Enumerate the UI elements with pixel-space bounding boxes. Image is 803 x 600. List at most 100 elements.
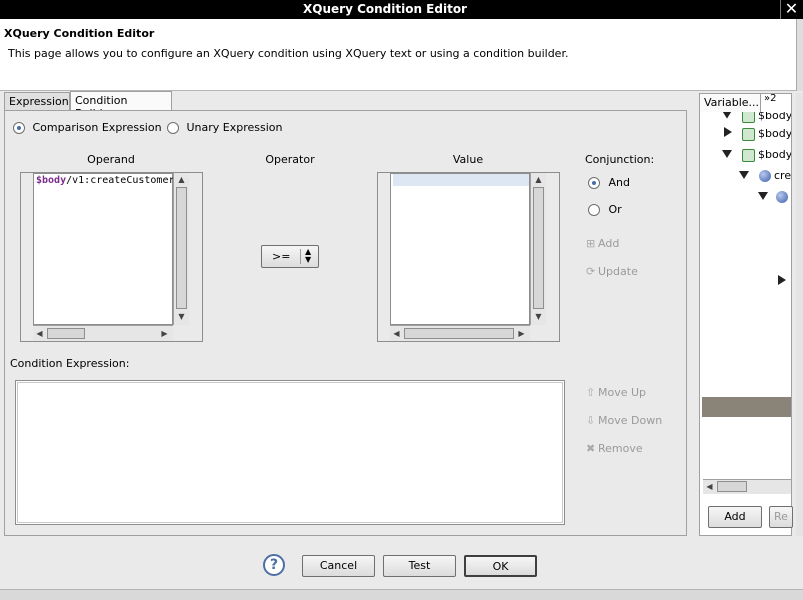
arrow-up-icon: ⇧: [586, 386, 596, 399]
tree-row-create[interactable]: cre: [739, 169, 791, 182]
collapse-icon[interactable]: [758, 192, 768, 200]
value-vscroll-thumb[interactable]: [533, 187, 544, 309]
move-up-label: Move Up: [598, 386, 647, 399]
variable-icon: [741, 148, 755, 162]
element-icon: [775, 191, 788, 203]
variable-icon: [741, 127, 755, 141]
comparison-radio-indicator[interactable]: [13, 122, 25, 134]
update-icon: ⟳: [586, 265, 596, 278]
cancel-button[interactable]: Cancel: [302, 555, 375, 577]
collapse-icon[interactable]: [739, 171, 749, 179]
comparison-expression-label: Comparison Expression: [32, 121, 162, 134]
unary-expression-label: Unary Expression: [186, 121, 283, 134]
operand-editor[interactable]: $body/v1:createCustomer: [33, 173, 174, 325]
remove-x-icon: ✖: [586, 442, 596, 455]
title-bar: XQuery Condition Editor ✕: [0, 0, 803, 19]
tab-condition-builder[interactable]: Condition Builder: [70, 91, 172, 120]
tree-label: $body: [758, 112, 791, 122]
move-down-button[interactable]: ⇩ Move Down: [586, 414, 662, 427]
close-icon[interactable]: ✕: [780, 0, 802, 19]
conjunction-label: Conjunction:: [585, 153, 655, 166]
tab-variables[interactable]: Variable...: [699, 93, 761, 112]
header-scroll-stub: [796, 19, 803, 91]
variables-hscroll-thumb[interactable]: [717, 481, 747, 492]
scroll-right-icon[interactable]: ▶: [159, 328, 170, 339]
unary-expression-radio[interactable]: Unary Expression: [167, 121, 283, 134]
tab-overflow[interactable]: »2: [764, 93, 776, 104]
variable-icon: [741, 112, 755, 123]
dialog-header: XQuery Condition Editor This page allows…: [0, 19, 803, 91]
operator-label: Operator: [265, 153, 315, 166]
tree-label: $body: [758, 127, 791, 140]
update-condition-label: Update: [598, 265, 638, 278]
operand-vscroll-thumb[interactable]: [176, 187, 187, 309]
operand-vscrollbar[interactable]: ▲ ▼: [173, 173, 189, 325]
value-vscrollbar[interactable]: ▲ ▼: [530, 173, 546, 325]
and-radio-indicator[interactable]: [588, 177, 600, 189]
and-label: And: [608, 176, 630, 189]
scroll-down-icon[interactable]: ▼: [176, 311, 187, 322]
tree-label: $body: [758, 148, 791, 161]
tree-expand-right[interactable]: [778, 275, 786, 288]
condition-expression-list[interactable]: [15, 380, 565, 525]
tree-label: cre: [774, 169, 791, 182]
window-title: XQuery Condition Editor: [303, 2, 467, 16]
panel-edge: [796, 93, 803, 536]
tree-row-body-3[interactable]: $body: [722, 148, 791, 162]
scroll-left-icon[interactable]: ◀: [34, 328, 45, 339]
expand-icon[interactable]: [778, 275, 786, 285]
variables-selection-bar[interactable]: [702, 397, 791, 417]
remove-variable-button[interactable]: Re: [769, 506, 793, 528]
or-radio-indicator[interactable]: [588, 204, 600, 216]
scroll-down-icon[interactable]: ▼: [533, 311, 544, 322]
add-icon: ⊞: [586, 237, 596, 250]
remove-label: Remove: [598, 442, 643, 455]
and-radio[interactable]: And: [588, 176, 630, 189]
variables-hscrollbar[interactable]: ◀: [703, 479, 791, 494]
tree-row-child[interactable]: [758, 190, 788, 203]
operand-hscroll-thumb[interactable]: [47, 328, 85, 339]
move-down-label: Move Down: [598, 414, 663, 427]
scroll-up-icon[interactable]: ▲: [533, 174, 544, 185]
unary-radio-indicator[interactable]: [167, 122, 179, 134]
comparison-expression-radio[interactable]: Comparison Expression: [13, 121, 162, 134]
scroll-right-icon[interactable]: ▶: [516, 328, 527, 339]
move-up-button[interactable]: ⇧ Move Up: [586, 386, 646, 399]
scroll-up-icon[interactable]: ▲: [176, 174, 187, 185]
tree-row-body-1[interactable]: $body: [722, 112, 791, 123]
value-hscroll-thumb[interactable]: [404, 328, 514, 339]
expand-icon[interactable]: [724, 127, 732, 137]
chevron-updown-icon: ▲ ▼: [305, 247, 312, 264]
value-hscrollbar[interactable]: ◀ ▶: [390, 325, 530, 341]
add-condition-label: Add: [598, 237, 620, 250]
help-icon[interactable]: ?: [263, 554, 285, 576]
collapse-icon[interactable]: [722, 150, 732, 158]
add-condition-button[interactable]: ⊞ Add: [586, 237, 619, 250]
page-title: XQuery Condition Editor: [4, 27, 155, 40]
value-label: Value: [452, 153, 484, 166]
value-selected-row[interactable]: [393, 174, 529, 186]
operator-value: >=: [272, 250, 291, 263]
page-description: This page allows you to configure an XQu…: [8, 47, 569, 60]
element-icon: [758, 170, 771, 182]
scroll-left-icon[interactable]: ◀: [704, 481, 715, 492]
update-condition-button[interactable]: ⟳ Update: [586, 265, 638, 278]
add-variable-button[interactable]: Add: [708, 506, 762, 528]
tree-row-body-2[interactable]: $body: [724, 127, 791, 141]
condition-expression-label: Condition Expression:: [10, 357, 130, 370]
value-editor[interactable]: [390, 173, 530, 325]
bottom-edge: [0, 589, 803, 600]
operator-select[interactable]: >= ▲ ▼: [261, 245, 319, 268]
tab-expression[interactable]: Expression: [4, 92, 70, 110]
remove-button[interactable]: ✖ Remove: [586, 442, 643, 455]
operand-variable: $body: [36, 175, 67, 186]
scroll-left-icon[interactable]: ◀: [391, 328, 402, 339]
operand-hscrollbar[interactable]: ◀ ▶: [33, 325, 173, 341]
collapse-icon[interactable]: [722, 112, 732, 119]
or-radio[interactable]: Or: [588, 203, 622, 216]
operand-path: /v1:createCustomer: [66, 175, 174, 186]
test-button[interactable]: Test: [383, 555, 456, 577]
operand-label: Operand: [87, 153, 135, 166]
or-label: Or: [608, 203, 622, 216]
ok-button[interactable]: OK: [464, 555, 537, 577]
